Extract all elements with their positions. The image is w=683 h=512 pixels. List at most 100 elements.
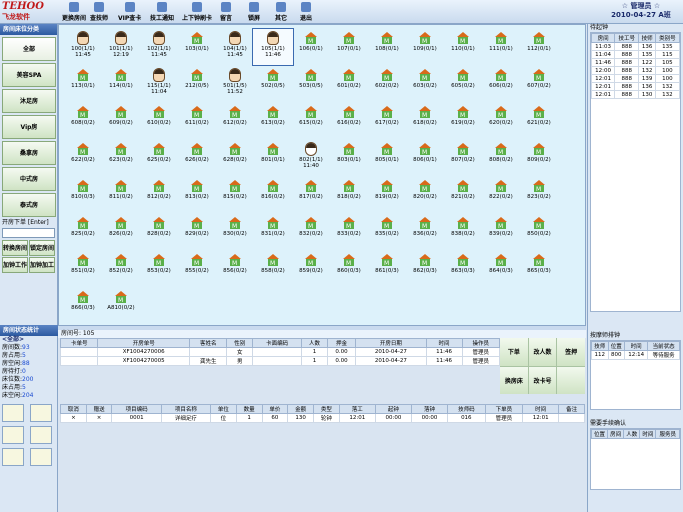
staff-icon[interactable] xyxy=(30,404,52,422)
pending-row[interactable]: 12:01 888 130 132 xyxy=(590,90,681,99)
room-tile[interactable]: M 608(0/2) xyxy=(63,103,103,139)
room-tile[interactable]: 501(1/5) 11:52 xyxy=(215,66,255,102)
room-tile[interactable]: M 808(0/2) xyxy=(481,140,521,176)
room-tile[interactable]: M 819(0/2) xyxy=(367,177,407,213)
pending-row[interactable]: 11:03 888 136 135 xyxy=(590,42,681,51)
room-tile[interactable]: M 815(0/2) xyxy=(215,177,255,213)
action-button[interactable]: 改人数 xyxy=(528,338,557,366)
room-tile[interactable]: M 114(0/1) xyxy=(101,66,141,102)
room-tile[interactable]: M 623(0/2) xyxy=(101,140,141,176)
pending-row[interactable]: 11:04 888 135 115 xyxy=(590,50,681,59)
pending-row[interactable]: 12:01 888 139 100 xyxy=(590,74,681,83)
room-tile[interactable]: 104(1/1) 11:45 xyxy=(215,29,255,65)
category-button[interactable]: 美容SPA xyxy=(2,63,56,87)
room-tile[interactable]: M 108(0/1) xyxy=(367,29,407,65)
open-room-input[interactable] xyxy=(2,228,55,238)
room-tile[interactable]: M 859(0/2) xyxy=(291,251,331,287)
room-tile[interactable]: M 621(0/2) xyxy=(519,103,559,139)
room-tile[interactable]: M 826(0/2) xyxy=(101,214,141,250)
room-tile[interactable]: 802(1/1) 11:40 xyxy=(291,140,331,176)
room-tile[interactable]: M A810(0/2) xyxy=(101,288,141,324)
room-tile[interactable]: 115(1/1) 11:04 xyxy=(139,66,179,102)
settings-icon[interactable] xyxy=(30,426,52,444)
room-tile[interactable]: M 807(0/2) xyxy=(443,140,483,176)
room-tile[interactable]: M 628(0/2) xyxy=(215,140,255,176)
room-tile[interactable]: M 862(0/3) xyxy=(405,251,445,287)
operation-button[interactable]: 加钟加工 xyxy=(29,257,55,273)
room-tile[interactable]: M 611(0/2) xyxy=(177,103,217,139)
category-button[interactable]: 中式房 xyxy=(2,167,56,191)
toolbar-button-1[interactable]: 查技师 xyxy=(90,2,108,22)
room-tile[interactable]: M 625(0/2) xyxy=(139,140,179,176)
room-tile[interactable]: M 622(0/2) xyxy=(63,140,103,176)
room-tile[interactable]: M 109(0/1) xyxy=(405,29,445,65)
room-tile[interactable]: M 839(0/2) xyxy=(481,214,521,250)
room-tile[interactable]: M 809(0/2) xyxy=(519,140,559,176)
room-tile[interactable]: M 617(0/2) xyxy=(367,103,407,139)
room-tile[interactable]: M 610(0/2) xyxy=(139,103,179,139)
guest-row[interactable]: XF1004270005 龚先生男 1 0.00 2010-04-27 11:46 管理员 xyxy=(59,356,501,366)
room-tile[interactable]: M 502(0/5) xyxy=(253,66,293,102)
room-tile[interactable]: M 606(0/2) xyxy=(481,66,521,102)
room-tile[interactable]: M 838(0/2) xyxy=(443,214,483,250)
action-button[interactable]: 下单 xyxy=(500,338,528,366)
room-tile[interactable]: M 113(0/1) xyxy=(63,66,103,102)
room-tile[interactable]: M 616(0/2) xyxy=(329,103,369,139)
room-tile[interactable]: M 817(0/2) xyxy=(291,177,331,213)
stats-filter[interactable]: <全部> xyxy=(0,336,58,344)
room-tile[interactable]: M 830(0/2) xyxy=(215,214,255,250)
pending-row[interactable]: 12:01 888 136 132 xyxy=(590,82,681,91)
room-tile[interactable]: M 806(0/1) xyxy=(405,140,445,176)
room-tile[interactable]: M 866(0/3) xyxy=(63,288,103,324)
room-tile[interactable]: 102(1/1) 11:45 xyxy=(139,29,179,65)
room-tile[interactable]: M 816(0/2) xyxy=(253,177,293,213)
clock-icon[interactable] xyxy=(2,426,24,444)
action-button[interactable]: 改卡号 xyxy=(528,366,557,394)
room-tile[interactable]: M 835(0/2) xyxy=(367,214,407,250)
room-tile[interactable]: M 832(0/2) xyxy=(291,214,331,250)
room-tile[interactable]: M 212(0/5) xyxy=(177,66,217,102)
toolbar-button-0[interactable]: 更换房间 xyxy=(62,2,86,22)
room-tile[interactable]: M 615(0/2) xyxy=(291,103,331,139)
room-tile[interactable]: M 852(0/2) xyxy=(101,251,141,287)
room-tile[interactable]: M 607(0/2) xyxy=(519,66,559,102)
room-tile[interactable]: M 112(0/1) xyxy=(519,29,559,65)
room-tile[interactable]: M 618(0/2) xyxy=(405,103,445,139)
room-tile[interactable]: M 602(0/2) xyxy=(367,66,407,102)
room-tile[interactable]: M 603(0/2) xyxy=(405,66,445,102)
room-tile[interactable]: M 850(0/2) xyxy=(519,214,559,250)
toolbar-button-5[interactable]: 留言 xyxy=(220,2,232,22)
room-tile[interactable]: M 861(0/3) xyxy=(367,251,407,287)
room-tile[interactable]: M 612(0/2) xyxy=(215,103,255,139)
room-tile[interactable]: M 620(0/2) xyxy=(481,103,521,139)
room-tile[interactable]: M 855(0/2) xyxy=(177,251,217,287)
room-tile[interactable]: M 613(0/2) xyxy=(253,103,293,139)
room-tile[interactable]: M 103(0/1) xyxy=(177,29,217,65)
pending-row[interactable]: 11:46 888 122 105 xyxy=(590,58,681,67)
room-tile[interactable]: M 823(0/2) xyxy=(519,177,559,213)
room-tile[interactable]: M 853(0/2) xyxy=(139,251,179,287)
room-tile[interactable]: M 825(0/2) xyxy=(63,214,103,250)
room-tile[interactable]: M 605(0/2) xyxy=(443,66,483,102)
category-button[interactable]: 沐足房 xyxy=(2,89,56,113)
run-icon[interactable] xyxy=(2,448,24,466)
pending-row[interactable]: 12:00 888 132 100 xyxy=(590,66,681,75)
action-button[interactable]: 签押 xyxy=(557,338,585,366)
room-tile[interactable]: 101(1/1) 12:19 xyxy=(101,29,141,65)
action-button[interactable] xyxy=(557,366,585,394)
room-tile[interactable]: M 836(0/2) xyxy=(405,214,445,250)
room-tile[interactable]: M 833(0/2) xyxy=(329,214,369,250)
category-button[interactable]: 桑拿房 xyxy=(2,141,56,165)
room-tile[interactable]: M 106(0/1) xyxy=(291,29,331,65)
guest-row[interactable]: XF1004270006 女 1 0.00 2010-04-27 11:46 管理员 xyxy=(59,347,501,357)
room-tile[interactable]: M 110(0/1) xyxy=(443,29,483,65)
room-tile[interactable]: M 503(0/5) xyxy=(291,66,331,102)
room-tile[interactable]: 105(1/1) 11:46 xyxy=(252,28,294,66)
room-tile[interactable]: M 803(0/1) xyxy=(329,140,369,176)
room-tile[interactable]: M 813(0/2) xyxy=(177,177,217,213)
room-tile[interactable]: M 619(0/2) xyxy=(443,103,483,139)
category-button[interactable]: 泰式房 xyxy=(2,193,56,217)
room-tile[interactable]: M 822(0/2) xyxy=(481,177,521,213)
room-tile[interactable]: M 812(0/2) xyxy=(139,177,179,213)
room-tile[interactable]: M 851(0/2) xyxy=(63,251,103,287)
